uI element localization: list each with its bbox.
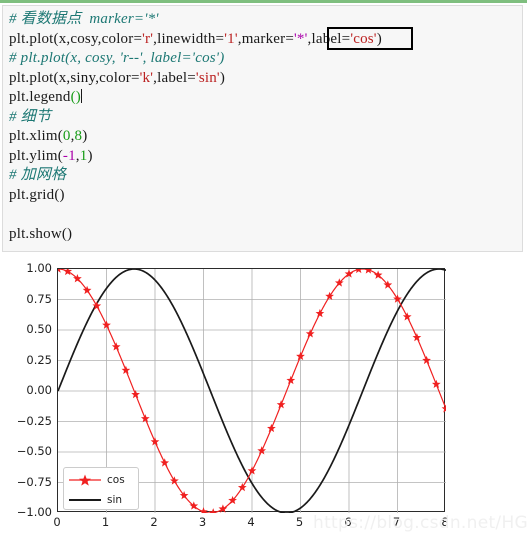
code-token: plt.grid bbox=[9, 186, 55, 203]
y-tick-label: 0.00 bbox=[26, 383, 52, 397]
code-number: 0 bbox=[62, 128, 71, 144]
code-string: 'k' bbox=[139, 69, 154, 86]
code-string-marker: '*' bbox=[294, 30, 308, 47]
code-comment: # 看数据点 marker='*' bbox=[9, 11, 159, 27]
y-tick-label: −0.75 bbox=[16, 474, 52, 489]
data-point-marker bbox=[218, 504, 228, 513]
code-token: ,linewidth= bbox=[153, 30, 225, 47]
data-point-marker bbox=[325, 291, 334, 301]
code-line-1[interactable]: # 看数据点 marker='*' bbox=[3, 10, 522, 30]
x-tick-label: 4 bbox=[247, 515, 255, 529]
data-point-marker bbox=[286, 375, 296, 385]
code-editor-panel[interactable]: # 看数据点 marker='*' plt.plot(x,cosy,color=… bbox=[2, 5, 523, 252]
code-line-5[interactable]: plt.legend() bbox=[3, 88, 522, 108]
data-point-marker bbox=[276, 400, 286, 409]
data-point-marker bbox=[431, 379, 441, 389]
data-point-marker bbox=[208, 508, 218, 513]
code-comment: # plt.plot(x, cosy, 'r--', label='cos') bbox=[9, 50, 225, 66]
code-string: 'r' bbox=[142, 30, 154, 47]
x-tick-label: 2 bbox=[150, 515, 158, 529]
code-line-8[interactable]: plt.ylim(-1,1) bbox=[3, 147, 522, 167]
code-paren: () bbox=[61, 225, 73, 242]
code-paren: ) bbox=[87, 147, 93, 164]
legend-label-sin: sin bbox=[107, 494, 123, 506]
y-tick-label: −0.25 bbox=[16, 413, 52, 428]
y-tick-label: 1.00 bbox=[26, 261, 52, 275]
legend-swatch-cos bbox=[68, 473, 102, 487]
data-point-marker bbox=[412, 332, 422, 342]
x-tick-label: 3 bbox=[198, 515, 207, 529]
y-tick-label: −1.00 bbox=[16, 505, 52, 519]
code-token: plt.xlim bbox=[9, 128, 58, 144]
code-token: plt.legend bbox=[9, 89, 71, 105]
y-tick-label: −0.50 bbox=[16, 444, 52, 458]
code-token: ) bbox=[376, 30, 382, 47]
data-point-marker bbox=[402, 312, 412, 321]
data-point-marker bbox=[160, 458, 170, 467]
code-string: 'cos' bbox=[350, 30, 377, 47]
code-token: plt.plot(x,siny,color= bbox=[9, 69, 140, 86]
data-point-marker bbox=[441, 404, 446, 413]
code-line-7[interactable]: plt.xlim(0,8) bbox=[3, 127, 522, 147]
legend-entry-sin[interactable]: sin bbox=[64, 490, 138, 510]
code-paren: ) bbox=[82, 128, 88, 144]
code-token-marker: marker= bbox=[241, 30, 295, 47]
code-line-2[interactable]: plt.plot(x,cosy,color='r',linewidth='1',… bbox=[3, 30, 522, 50]
code-line-4[interactable]: plt.plot(x,siny,color='k',label='sin') bbox=[3, 69, 522, 89]
code-comment: # 加网格 bbox=[9, 167, 67, 183]
code-paren: () bbox=[70, 89, 81, 105]
legend-swatch-sin bbox=[68, 493, 102, 507]
data-point-marker bbox=[121, 365, 131, 374]
chart-legend[interactable]: cos sin bbox=[63, 467, 139, 510]
code-string: '1' bbox=[224, 30, 238, 47]
y-tick-label: 0.25 bbox=[26, 352, 52, 367]
watermark-text: https://blog.csdn.net/HG0724 bbox=[313, 513, 527, 533]
legend-entry-cos[interactable]: cos bbox=[64, 470, 138, 490]
data-point-marker bbox=[267, 423, 276, 433]
code-line-9[interactable]: # 加网格 bbox=[3, 166, 522, 186]
x-tick-label: 5 bbox=[295, 515, 304, 529]
code-line-11[interactable] bbox=[3, 205, 522, 225]
y-axis-ticks: −1.00 −0.75 −0.50 −0.25 0.00 0.25 0.50 0.75 1.00 bbox=[0, 261, 52, 519]
code-token: plt.ylim bbox=[9, 147, 58, 164]
y-tick-label: 0.50 bbox=[26, 322, 52, 336]
data-point-marker bbox=[237, 482, 247, 492]
code-token: ,label= bbox=[307, 30, 351, 47]
code-line-10[interactable]: plt.grid() bbox=[3, 186, 522, 206]
code-number: -1 bbox=[62, 147, 76, 164]
code-paren: () bbox=[54, 186, 65, 203]
code-token: plt.show bbox=[9, 225, 62, 242]
x-tick-label: 1 bbox=[101, 515, 110, 529]
code-comment: # 细节 bbox=[9, 108, 52, 125]
data-point-marker bbox=[422, 355, 431, 365]
top-divider bbox=[0, 0, 527, 3]
code-token: ) bbox=[219, 69, 226, 86]
data-point-marker bbox=[315, 308, 325, 318]
code-line-3[interactable]: # plt.plot(x, cosy, 'r--', label='cos') bbox=[3, 49, 522, 69]
y-tick-label: 0.75 bbox=[26, 291, 52, 306]
code-string: 'sin' bbox=[195, 69, 220, 86]
legend-label-cos: cos bbox=[107, 474, 125, 486]
code-token: plt.plot(x,cosy,color= bbox=[9, 30, 143, 47]
code-line-6[interactable]: # 细节 bbox=[3, 108, 522, 128]
data-point-marker bbox=[305, 329, 315, 338]
code-token: ,label= bbox=[153, 69, 196, 86]
data-point-marker bbox=[170, 476, 179, 485]
text-cursor bbox=[80, 89, 82, 103]
data-point-marker bbox=[257, 446, 267, 455]
x-tick-label: 0 bbox=[53, 515, 61, 529]
data-point-marker bbox=[111, 342, 121, 351]
code-line-12[interactable]: plt.show() bbox=[3, 225, 522, 245]
